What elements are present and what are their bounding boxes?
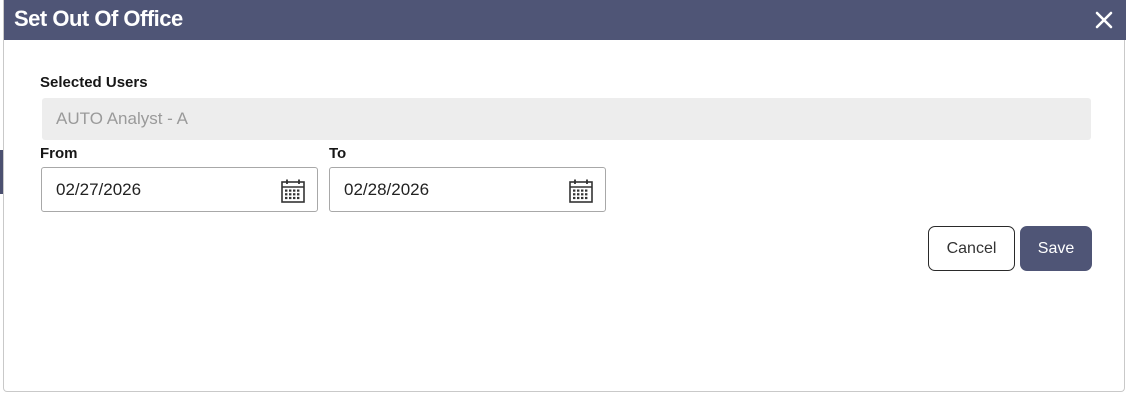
close-icon[interactable] [1092, 8, 1116, 32]
selected-users-label: Selected Users [40, 74, 148, 91]
from-label: From [40, 145, 78, 162]
dialog-title: Set Out Of Office [14, 6, 183, 31]
dialog-header: Set Out Of Office [4, 0, 1126, 40]
calendar-icon[interactable] [280, 178, 306, 204]
to-date-input[interactable]: 02/28/2026 [329, 167, 606, 212]
from-date-input[interactable]: 02/27/2026 [41, 167, 318, 212]
out-of-office-dialog: Set Out Of Office Selected Users AUTO An… [3, 0, 1126, 392]
save-button[interactable]: Save [1020, 226, 1092, 271]
selected-users-field: AUTO Analyst - A [42, 98, 1091, 140]
from-date-value: 02/27/2026 [56, 180, 142, 199]
calendar-icon[interactable] [568, 178, 594, 204]
to-date-value: 02/28/2026 [344, 180, 430, 199]
cancel-button[interactable]: Cancel [928, 226, 1015, 271]
to-label: To [329, 145, 347, 162]
